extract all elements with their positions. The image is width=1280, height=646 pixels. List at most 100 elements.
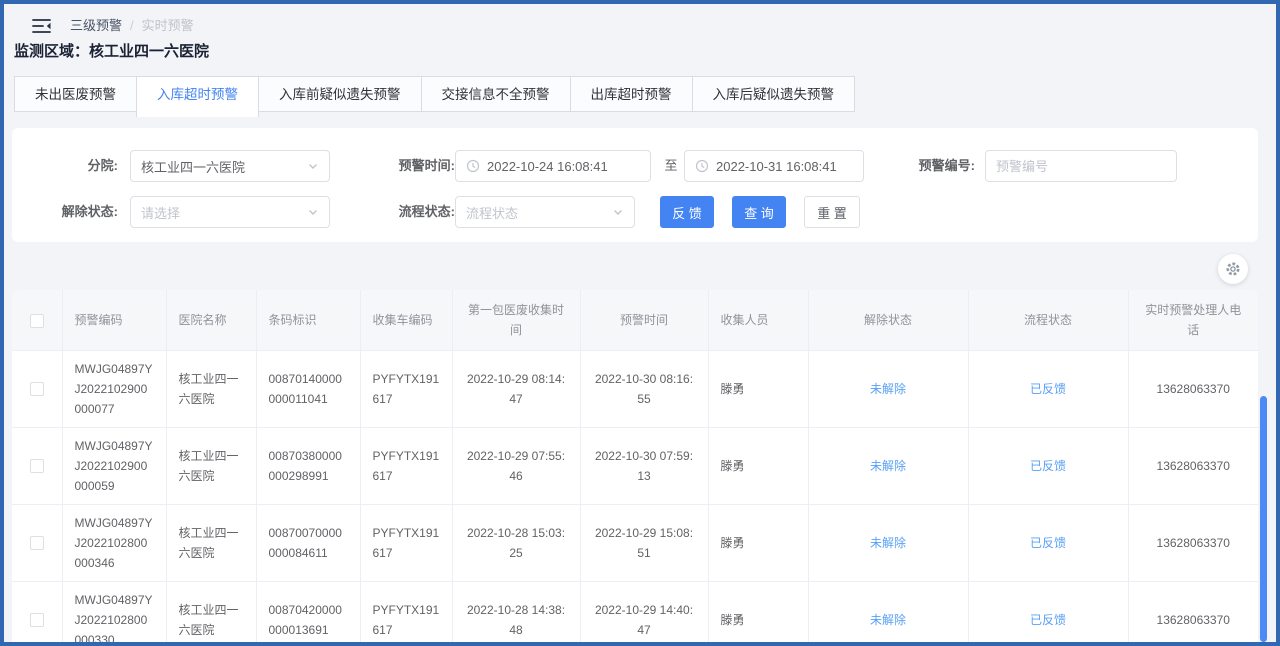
cell-vehicle: PYFYTX191617 — [360, 350, 452, 427]
column-header-vehicle: 收集车编码 — [360, 290, 452, 350]
feedback-button[interactable]: 反 馈 — [660, 196, 714, 228]
column-header-warn_time: 预警时间 — [580, 290, 708, 350]
column-header-barcode: 条码标识 — [256, 290, 360, 350]
gear-icon — [1225, 261, 1241, 277]
cell-flow[interactable]: 已反馈 — [968, 581, 1128, 642]
cell-code: MWJG04897YJ2022102900000059 — [62, 427, 166, 504]
flow-status-select[interactable]: 流程状态 — [455, 196, 635, 228]
cell-release[interactable]: 未解除 — [808, 581, 968, 642]
cell-vehicle: PYFYTX191617 — [360, 504, 452, 581]
flow-status-placeholder: 流程状态 — [466, 203, 518, 222]
column-header-phone: 实时预警处理人电话 — [1128, 290, 1258, 350]
branch-select-value: 核工业四一六医院 — [141, 157, 245, 176]
cell-phone: 13628063370 — [1128, 504, 1258, 581]
tab-bar: 未出医废预警入库超时预警入库前疑似遗失预警交接信息不全预警出库超时预警入库后疑似… — [14, 76, 855, 117]
chevron-down-icon — [307, 206, 319, 218]
cell-flow[interactable]: 已反馈 — [968, 350, 1128, 427]
cell-release[interactable]: 未解除 — [808, 350, 968, 427]
cell-hospital: 核工业四一六医院 — [166, 427, 256, 504]
cell-phone: 13628063370 — [1128, 427, 1258, 504]
breadcrumb-separator: / — [130, 18, 134, 33]
warn-no-label: 预警编号: — [900, 150, 975, 182]
column-header-code: 预警编码 — [62, 290, 166, 350]
tab-2[interactable]: 入库前疑似遗失预警 — [258, 76, 422, 112]
warn-time-to-input[interactable]: 2022-10-31 16:08:41 — [684, 150, 864, 182]
tab-5[interactable]: 入库后疑似遗失预警 — [692, 76, 856, 112]
flow-status-label: 流程状态: — [360, 196, 455, 228]
cell-warn_time: 2022-10-30 08:16:55 — [580, 350, 708, 427]
tab-3[interactable]: 交接信息不全预警 — [421, 76, 571, 112]
column-header-release: 解除状态 — [808, 290, 968, 350]
table-row: MWJG04897YJ2022102900000077核工业四一六医院00870… — [12, 350, 1258, 427]
top-bar: 三级预警 / 实时预警 — [4, 12, 1276, 38]
release-status-select[interactable]: 请选择 — [130, 196, 330, 228]
chevron-down-icon — [307, 160, 319, 172]
row-checkbox[interactable] — [30, 536, 44, 550]
cell-barcode: 00870420000000013691 — [256, 581, 360, 642]
cell-hospital: 核工业四一六医院 — [166, 581, 256, 642]
cell-hospital: 核工业四一六医院 — [166, 504, 256, 581]
row-checkbox[interactable] — [30, 382, 44, 396]
table-row: MWJG04897YJ2022102900000059核工业四一六医院00870… — [12, 427, 1258, 504]
table-row: MWJG04897YJ2022102800000346核工业四一六医院00870… — [12, 504, 1258, 581]
clock-icon — [466, 159, 480, 173]
cell-flow[interactable]: 已反馈 — [968, 504, 1128, 581]
warning-table-card: 预警编码医院名称条码标识收集车编码第一包医废收集时间预警时间收集人员解除状态流程… — [12, 290, 1258, 642]
menu-fold-icon[interactable] — [32, 18, 52, 34]
cell-collector: 滕勇 — [708, 581, 808, 642]
filter-panel: 分院: 核工业四一六医院 预警时间: 2022-10-24 16:08:41 至… — [12, 128, 1258, 242]
warn-time-from-value: 2022-10-24 16:08:41 — [487, 159, 608, 174]
vertical-scrollbar-thumb[interactable] — [1260, 396, 1267, 642]
cell-barcode: 00870380000000298991 — [256, 427, 360, 504]
warning-table: 预警编码医院名称条码标识收集车编码第一包医废收集时间预警时间收集人员解除状态流程… — [12, 290, 1258, 642]
release-status-label: 解除状态: — [40, 196, 118, 228]
cell-vehicle: PYFYTX191617 — [360, 427, 452, 504]
clock-icon — [695, 159, 709, 173]
breadcrumb-parent[interactable]: 三级预警 — [70, 18, 122, 33]
page: 三级预警 / 实时预警 监测区域：核工业四一六医院 未出医废预警入库超时预警入库前疑… — [4, 4, 1276, 642]
chevron-down-icon — [612, 206, 624, 218]
query-button[interactable]: 查 询 — [732, 196, 786, 228]
column-header-collector: 收集人员 — [708, 290, 808, 350]
tab-0[interactable]: 未出医废预警 — [14, 76, 137, 112]
cell-warn_time: 2022-10-29 15:08:51 — [580, 504, 708, 581]
cell-barcode: 00870070000000084611 — [256, 504, 360, 581]
cell-phone: 13628063370 — [1128, 581, 1258, 642]
column-header-flow: 流程状态 — [968, 290, 1128, 350]
cell-warn_time: 2022-10-29 14:40:47 — [580, 581, 708, 642]
cell-hospital: 核工业四一六医院 — [166, 350, 256, 427]
cell-code: MWJG04897YJ2022102800000346 — [62, 504, 166, 581]
row-checkbox[interactable] — [30, 459, 44, 473]
cell-flow[interactable]: 已反馈 — [968, 427, 1128, 504]
branch-label: 分院: — [40, 150, 118, 182]
cell-warn_time: 2022-10-30 07:59:13 — [580, 427, 708, 504]
cell-collector: 滕勇 — [708, 350, 808, 427]
row-checkbox[interactable] — [30, 613, 44, 627]
breadcrumb: 三级预警 / 实时预警 — [70, 16, 194, 36]
tab-4[interactable]: 出库超时预警 — [570, 76, 693, 112]
cell-collector: 滕勇 — [708, 427, 808, 504]
column-header-hospital: 医院名称 — [166, 290, 256, 350]
tab-1[interactable]: 入库超时预警 — [136, 76, 259, 117]
select-all-checkbox[interactable] — [30, 314, 44, 328]
warn-time-label: 预警时间: — [360, 150, 455, 182]
page-title: 监测区域：核工业四一六医院 — [14, 40, 209, 61]
breadcrumb-current: 实时预警 — [142, 18, 194, 33]
cell-release[interactable]: 未解除 — [808, 504, 968, 581]
cell-vehicle: PYFYTX191617 — [360, 581, 452, 642]
release-status-placeholder: 请选择 — [141, 203, 180, 222]
warn-time-to-value: 2022-10-31 16:08:41 — [716, 159, 837, 174]
cell-code: MWJG04897YJ2022102900000077 — [62, 350, 166, 427]
cell-phone: 13628063370 — [1128, 350, 1258, 427]
cell-release[interactable]: 未解除 — [808, 427, 968, 504]
reset-button[interactable]: 重 置 — [804, 196, 860, 228]
cell-first_collect: 2022-10-28 14:38:48 — [452, 581, 580, 642]
branch-select[interactable]: 核工业四一六医院 — [130, 150, 330, 182]
warn-time-from-input[interactable]: 2022-10-24 16:08:41 — [455, 150, 651, 182]
cell-code: MWJG04897YJ2022102800000330 — [62, 581, 166, 642]
cell-first_collect: 2022-10-29 07:55:46 — [452, 427, 580, 504]
table-settings-button[interactable] — [1218, 254, 1248, 284]
cell-barcode: 00870140000000011041 — [256, 350, 360, 427]
warn-no-input[interactable] — [985, 150, 1177, 182]
table-row: MWJG04897YJ2022102800000330核工业四一六医院00870… — [12, 581, 1258, 642]
